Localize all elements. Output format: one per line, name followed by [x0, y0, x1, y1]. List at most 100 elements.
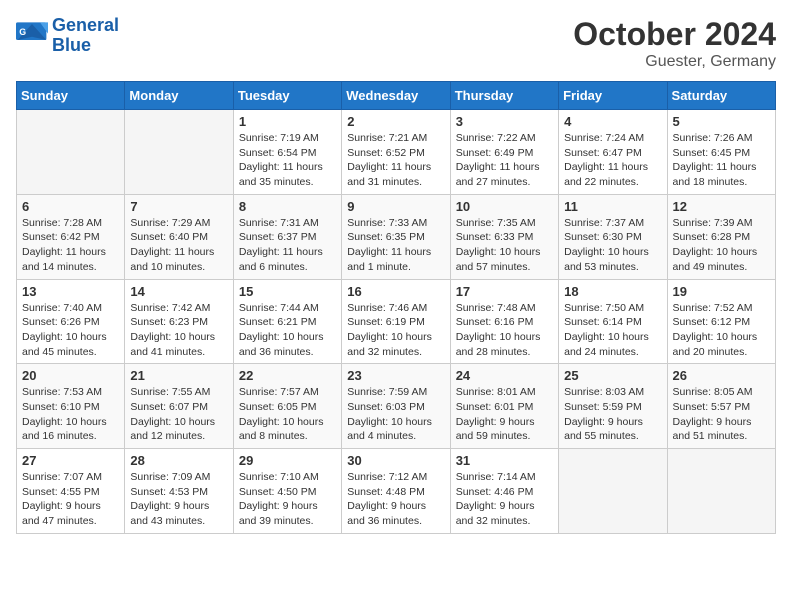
- calendar-cell: 17 Sunrise: 7:48 AM Sunset: 6:16 PM Dayli…: [450, 279, 558, 364]
- calendar-cell: 21Sunrise: 7:55 AM Sunset: 6:07 PM Dayli…: [125, 364, 233, 449]
- calendar-cell: 23Sunrise: 7:59 AM Sunset: 6:03 PM Dayli…: [342, 364, 450, 449]
- calendar-cell: 9 Sunrise: 7:33 AM Sunset: 6:35 PM Daylig…: [342, 194, 450, 279]
- location: Guester, Germany: [573, 53, 776, 71]
- svg-text:G: G: [19, 27, 26, 37]
- day-number: 5: [673, 114, 770, 129]
- calendar-cell: 19 Sunrise: 7:52 AM Sunset: 6:12 PM Dayli…: [667, 279, 775, 364]
- calendar-week-row: 20 Sunrise: 7:53 AM Sunset: 6:10 PM Dayli…: [17, 364, 776, 449]
- calendar-week-row: 13 Sunrise: 7:40 AM Sunset: 6:26 PM Dayli…: [17, 279, 776, 364]
- day-number: 27: [22, 453, 119, 468]
- day-number: 19: [673, 284, 770, 299]
- day-info: Sunrise: 7:22 AM Sunset: 6:49 PM Dayligh…: [456, 131, 553, 190]
- calendar-table: SundayMondayTuesdayWednesdayThursdayFrid…: [16, 81, 776, 534]
- calendar-header-row: SundayMondayTuesdayWednesdayThursdayFrid…: [17, 82, 776, 110]
- day-number: 25: [564, 368, 661, 383]
- day-number: 28: [130, 453, 227, 468]
- day-info: Sunrise: 7:37 AM Sunset: 6:30 PM Dayligh…: [564, 216, 661, 275]
- day-number: 20: [22, 368, 119, 383]
- day-number: 16: [347, 284, 444, 299]
- day-info: Sunrise: 7:42 AM Sunset: 6:23 PM Dayligh…: [130, 301, 227, 360]
- logo-text: General Blue: [52, 16, 119, 56]
- day-number: 15: [239, 284, 336, 299]
- calendar-col-friday: Friday: [559, 82, 667, 110]
- calendar-cell: 10Sunrise: 7:35 AM Sunset: 6:33 PM Dayli…: [450, 194, 558, 279]
- calendar-col-monday: Monday: [125, 82, 233, 110]
- day-number: 24: [456, 368, 553, 383]
- day-number: 18: [564, 284, 661, 299]
- day-number: 4: [564, 114, 661, 129]
- day-number: 31: [456, 453, 553, 468]
- day-info: Sunrise: 8:03 AM Sunset: 5:59 PM Dayligh…: [564, 385, 661, 444]
- calendar-cell: 12 Sunrise: 7:39 AM Sunset: 6:28 PM Dayli…: [667, 194, 775, 279]
- calendar-cell: 15 Sunrise: 7:44 AM Sunset: 6:21 PM Dayli…: [233, 279, 341, 364]
- calendar-cell: 31 Sunrise: 7:14 AM Sunset: 4:46 PM Dayli…: [450, 449, 558, 534]
- logo-line2: Blue: [52, 35, 91, 55]
- day-info: Sunrise: 7:52 AM Sunset: 6:12 PM Dayligh…: [673, 301, 770, 360]
- day-info: Sunrise: 7:19 AM Sunset: 6:54 PM Dayligh…: [239, 131, 336, 190]
- day-info: Sunrise: 7:07 AM Sunset: 4:55 PM Dayligh…: [22, 470, 119, 529]
- calendar-col-wednesday: Wednesday: [342, 82, 450, 110]
- calendar-cell: [125, 110, 233, 195]
- day-info: Sunrise: 7:53 AM Sunset: 6:10 PM Dayligh…: [22, 385, 119, 444]
- day-info: Sunrise: 7:46 AM Sunset: 6:19 PM Dayligh…: [347, 301, 444, 360]
- logo: G General Blue: [16, 16, 119, 56]
- calendar-week-row: 1 Sunrise: 7:19 AM Sunset: 6:54 PM Daylig…: [17, 110, 776, 195]
- calendar-cell: 11 Sunrise: 7:37 AM Sunset: 6:30 PM Dayli…: [559, 194, 667, 279]
- day-info: Sunrise: 7:40 AM Sunset: 6:26 PM Dayligh…: [22, 301, 119, 360]
- calendar-cell: 20 Sunrise: 7:53 AM Sunset: 6:10 PM Dayli…: [17, 364, 125, 449]
- calendar-cell: 25 Sunrise: 8:03 AM Sunset: 5:59 PM Dayli…: [559, 364, 667, 449]
- day-number: 30: [347, 453, 444, 468]
- calendar-col-tuesday: Tuesday: [233, 82, 341, 110]
- day-number: 3: [456, 114, 553, 129]
- day-info: Sunrise: 7:28 AM Sunset: 6:42 PM Dayligh…: [22, 216, 119, 275]
- day-number: 8: [239, 199, 336, 214]
- day-info: Sunrise: 7:44 AM Sunset: 6:21 PM Dayligh…: [239, 301, 336, 360]
- day-info: Sunrise: 7:14 AM Sunset: 4:46 PM Dayligh…: [456, 470, 553, 529]
- calendar-cell: 18 Sunrise: 7:50 AM Sunset: 6:14 PM Dayli…: [559, 279, 667, 364]
- day-number: 9: [347, 199, 444, 214]
- calendar-col-sunday: Sunday: [17, 82, 125, 110]
- calendar-cell: 1 Sunrise: 7:19 AM Sunset: 6:54 PM Daylig…: [233, 110, 341, 195]
- calendar-cell: 8Sunrise: 7:31 AM Sunset: 6:37 PM Daylig…: [233, 194, 341, 279]
- day-number: 11: [564, 199, 661, 214]
- calendar-col-saturday: Saturday: [667, 82, 775, 110]
- day-number: 29: [239, 453, 336, 468]
- day-info: Sunrise: 7:48 AM Sunset: 6:16 PM Dayligh…: [456, 301, 553, 360]
- day-info: Sunrise: 7:29 AM Sunset: 6:40 PM Dayligh…: [130, 216, 227, 275]
- day-number: 2: [347, 114, 444, 129]
- day-number: 1: [239, 114, 336, 129]
- calendar-cell: 16 Sunrise: 7:46 AM Sunset: 6:19 PM Dayli…: [342, 279, 450, 364]
- calendar-cell: 7 Sunrise: 7:29 AM Sunset: 6:40 PM Daylig…: [125, 194, 233, 279]
- calendar-cell: 30 Sunrise: 7:12 AM Sunset: 4:48 PM Dayli…: [342, 449, 450, 534]
- month-year: October 2024: [573, 16, 776, 53]
- day-number: 22: [239, 368, 336, 383]
- calendar-cell: 24Sunrise: 8:01 AM Sunset: 6:01 PM Dayli…: [450, 364, 558, 449]
- calendar-cell: [667, 449, 775, 534]
- day-info: Sunrise: 7:33 AM Sunset: 6:35 PM Dayligh…: [347, 216, 444, 275]
- logo-line1: General: [52, 15, 119, 35]
- calendar-week-row: 27 Sunrise: 7:07 AM Sunset: 4:55 PM Dayli…: [17, 449, 776, 534]
- day-info: Sunrise: 7:35 AM Sunset: 6:33 PM Dayligh…: [456, 216, 553, 275]
- calendar-cell: 6 Sunrise: 7:28 AM Sunset: 6:42 PM Daylig…: [17, 194, 125, 279]
- calendar-cell: 3 Sunrise: 7:22 AM Sunset: 6:49 PM Daylig…: [450, 110, 558, 195]
- calendar-cell: 29Sunrise: 7:10 AM Sunset: 4:50 PM Dayli…: [233, 449, 341, 534]
- day-info: Sunrise: 7:39 AM Sunset: 6:28 PM Dayligh…: [673, 216, 770, 275]
- day-info: Sunrise: 8:05 AM Sunset: 5:57 PM Dayligh…: [673, 385, 770, 444]
- day-info: Sunrise: 7:26 AM Sunset: 6:45 PM Dayligh…: [673, 131, 770, 190]
- day-info: Sunrise: 7:12 AM Sunset: 4:48 PM Dayligh…: [347, 470, 444, 529]
- day-number: 7: [130, 199, 227, 214]
- day-number: 17: [456, 284, 553, 299]
- logo-icon: G: [16, 22, 48, 50]
- calendar-cell: 4Sunrise: 7:24 AM Sunset: 6:47 PM Daylig…: [559, 110, 667, 195]
- calendar-cell: [17, 110, 125, 195]
- day-info: Sunrise: 7:50 AM Sunset: 6:14 PM Dayligh…: [564, 301, 661, 360]
- title-block: October 2024 Guester, Germany: [573, 16, 776, 71]
- day-number: 26: [673, 368, 770, 383]
- day-number: 6: [22, 199, 119, 214]
- day-number: 23: [347, 368, 444, 383]
- day-number: 13: [22, 284, 119, 299]
- calendar-cell: 22Sunrise: 7:57 AM Sunset: 6:05 PM Dayli…: [233, 364, 341, 449]
- day-number: 12: [673, 199, 770, 214]
- calendar-cell: 5 Sunrise: 7:26 AM Sunset: 6:45 PM Daylig…: [667, 110, 775, 195]
- calendar-cell: 28Sunrise: 7:09 AM Sunset: 4:53 PM Dayli…: [125, 449, 233, 534]
